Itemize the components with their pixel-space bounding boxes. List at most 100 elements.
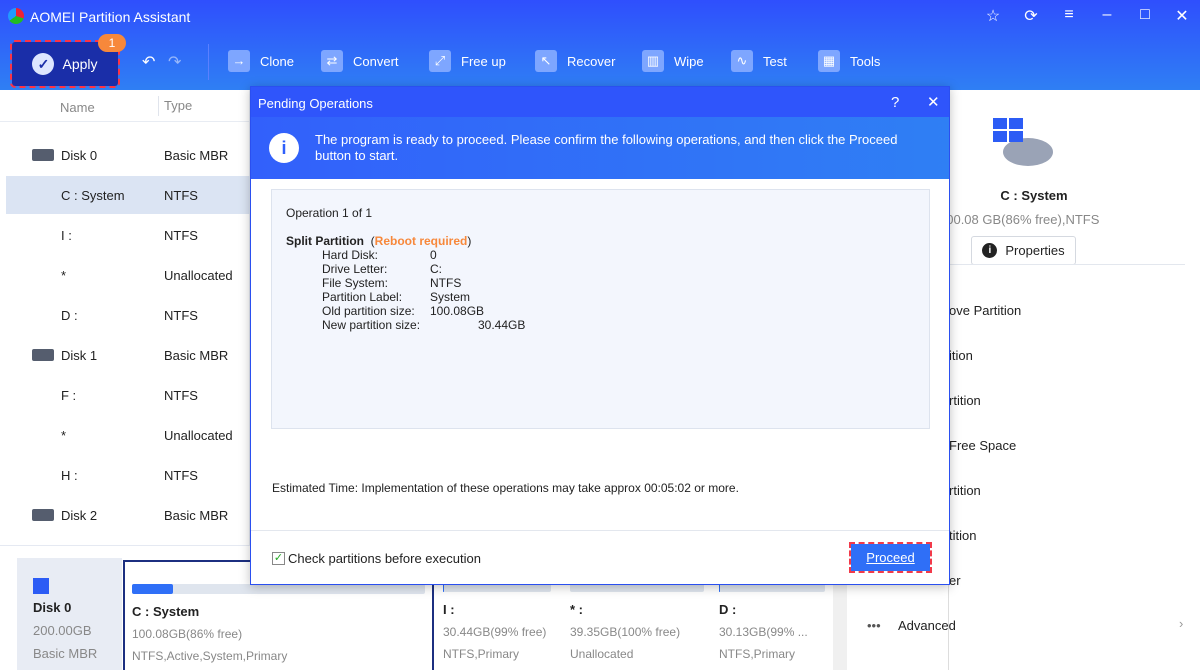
info-icon: i: [982, 243, 998, 258]
properties-panel: C : System 100.08 GB(86% free),NTFS i Pro…: [867, 90, 1200, 670]
title-toolbar: AOMEI Partition Assistant ☆ ⟳ ≡ – □ ✕ ✓ A…: [0, 0, 1200, 90]
convert-button[interactable]: ⇄ Convert: [321, 50, 399, 72]
column-type[interactable]: Type: [158, 96, 192, 116]
chevron-right-icon: ›: [1179, 616, 1184, 631]
selected-partition-name: C : System: [1000, 188, 1068, 203]
apply-label: Apply: [62, 56, 98, 72]
menu-icon[interactable]: ≡: [1057, 6, 1081, 24]
advanced-menu-item[interactable]: Advanced: [898, 618, 956, 633]
help-button[interactable]: ?: [891, 94, 899, 111]
checkbox-check-icon: ✓: [272, 552, 285, 565]
disk-size: 200.00GB: [33, 623, 92, 638]
detail-value: 30.44GB: [478, 318, 526, 332]
refresh-icon[interactable]: ⟳: [1019, 6, 1043, 26]
detail-key: New partition size:: [322, 318, 421, 332]
operation-menu-item[interactable]: er: [949, 573, 961, 588]
label: Test: [763, 53, 787, 69]
clone-button[interactable]: → Clone: [228, 50, 294, 72]
operation-detail: File System: NTFS: [286, 276, 915, 290]
row-type: NTFS: [164, 188, 198, 203]
detail-key: Hard Disk:: [322, 248, 379, 262]
partition-row[interactable]: I : NTFS: [6, 216, 250, 254]
column-name[interactable]: Name: [60, 100, 95, 115]
info-icon: i: [269, 133, 299, 163]
operation-menu-item[interactable]: rtition: [949, 393, 981, 408]
disk-0-card[interactable]: Disk 0 200.00GB Basic MBR: [17, 558, 122, 670]
disk-icon: [32, 149, 54, 161]
close-button[interactable]: ✕: [1170, 6, 1194, 26]
row-name: *: [61, 428, 67, 443]
row-type: NTFS: [164, 308, 198, 323]
row-name: H :: [61, 468, 78, 483]
disk-row[interactable]: Disk 1 Basic MBR: [6, 336, 250, 374]
recover-button[interactable]: ↖ Recover: [535, 50, 615, 72]
disk-row[interactable]: Disk 2 Basic MBR: [6, 496, 250, 534]
partition-row[interactable]: D : NTFS: [6, 296, 250, 334]
minimize-button[interactable]: –: [1095, 6, 1119, 24]
operation-menu-item[interactable]: tition: [949, 528, 976, 543]
partition-row[interactable]: C : System NTFS: [6, 176, 250, 214]
operation-detail: Hard Disk: 0: [286, 248, 915, 262]
operation-detail: Old partition size: 100.08GB: [286, 304, 915, 318]
pulse-icon: ∿: [731, 50, 753, 72]
properties-button[interactable]: i Properties: [971, 236, 1076, 265]
check-partitions-checkbox[interactable]: ✓ Check partitions before execution: [272, 551, 481, 566]
redo-icon[interactable]: ↷: [168, 52, 181, 72]
dialog-close-button[interactable]: ✕: [927, 93, 940, 111]
recover-icon: ↖: [535, 50, 557, 72]
label: Tools: [850, 53, 881, 69]
partition-row[interactable]: F : NTFS: [6, 376, 250, 414]
row-name: *: [61, 268, 67, 283]
expand-icon: ⤢: [429, 50, 451, 72]
proceed-button[interactable]: Proceed: [849, 542, 932, 573]
label: Recover: [567, 53, 616, 69]
detail-value: System: [430, 290, 471, 304]
tools-button[interactable]: ▦ Tools: [818, 50, 880, 72]
maximize-button[interactable]: □: [1133, 6, 1157, 24]
partition-row[interactable]: * Unallocated: [6, 256, 250, 294]
label: Clone: [260, 53, 294, 69]
partition-name: D :: [719, 602, 737, 617]
partition-row[interactable]: H : NTFS: [6, 456, 250, 494]
test-button[interactable]: ∿ Test: [731, 50, 787, 72]
operation-name: Split Partition: [286, 234, 364, 248]
label: Wipe: [674, 53, 704, 69]
partition-size: 39.35GB(100% free): [570, 625, 681, 639]
star-icon[interactable]: ☆: [981, 6, 1005, 26]
wipe-button[interactable]: ▥ Wipe: [642, 50, 704, 72]
detail-value: 0: [430, 248, 437, 262]
pending-badge: 1: [98, 34, 126, 52]
dialog-title: Pending Operations: [258, 96, 373, 111]
partition-size: 100.08GB(86% free): [132, 627, 243, 641]
shredder-icon: ▥: [642, 50, 664, 72]
disk-icon: [32, 349, 54, 361]
row-name: Disk 1: [61, 348, 98, 363]
estimated-time: Estimated Time: Implementation of these …: [272, 481, 739, 495]
partition-size: 30.44GB(99% free): [443, 625, 547, 639]
row-name: D :: [61, 308, 78, 323]
free-up-button[interactable]: ⤢ Free up: [429, 50, 506, 72]
label: Free up: [461, 53, 506, 69]
grid-icon: ▦: [818, 50, 840, 72]
row-type: Basic MBR: [164, 508, 229, 523]
dialog-message: The program is ready to proceed. Please …: [315, 132, 898, 163]
undo-icon[interactable]: ↶: [142, 52, 155, 72]
disk-row[interactable]: Disk 0 Basic MBR: [6, 136, 250, 174]
detail-key: Drive Letter:: [322, 262, 388, 276]
more-icon: •••: [867, 618, 881, 633]
row-type: Basic MBR: [164, 148, 229, 163]
operation-menu-item[interactable]: rtition: [949, 483, 981, 498]
partition-info: NTFS,Primary: [719, 647, 795, 661]
operation-detail: New partition size: 30.44GB: [286, 318, 915, 332]
partition-list: Name Type Disk 0 Basic MBR C : System NTFS I …: [0, 90, 250, 545]
row-type: Unallocated: [164, 428, 233, 443]
disk-name: Disk 0: [33, 600, 72, 615]
operation-menu-item[interactable]: Free Space: [949, 438, 1016, 453]
usage-bar: [132, 584, 425, 594]
disk-icon: [993, 118, 1053, 170]
partition-row[interactable]: * Unallocated: [6, 416, 250, 454]
operation-menu-item[interactable]: ition: [949, 348, 973, 363]
clone-icon: →: [228, 50, 250, 72]
operation-menu-item[interactable]: ove Partition: [949, 303, 1021, 318]
disk-icon: [32, 509, 54, 521]
